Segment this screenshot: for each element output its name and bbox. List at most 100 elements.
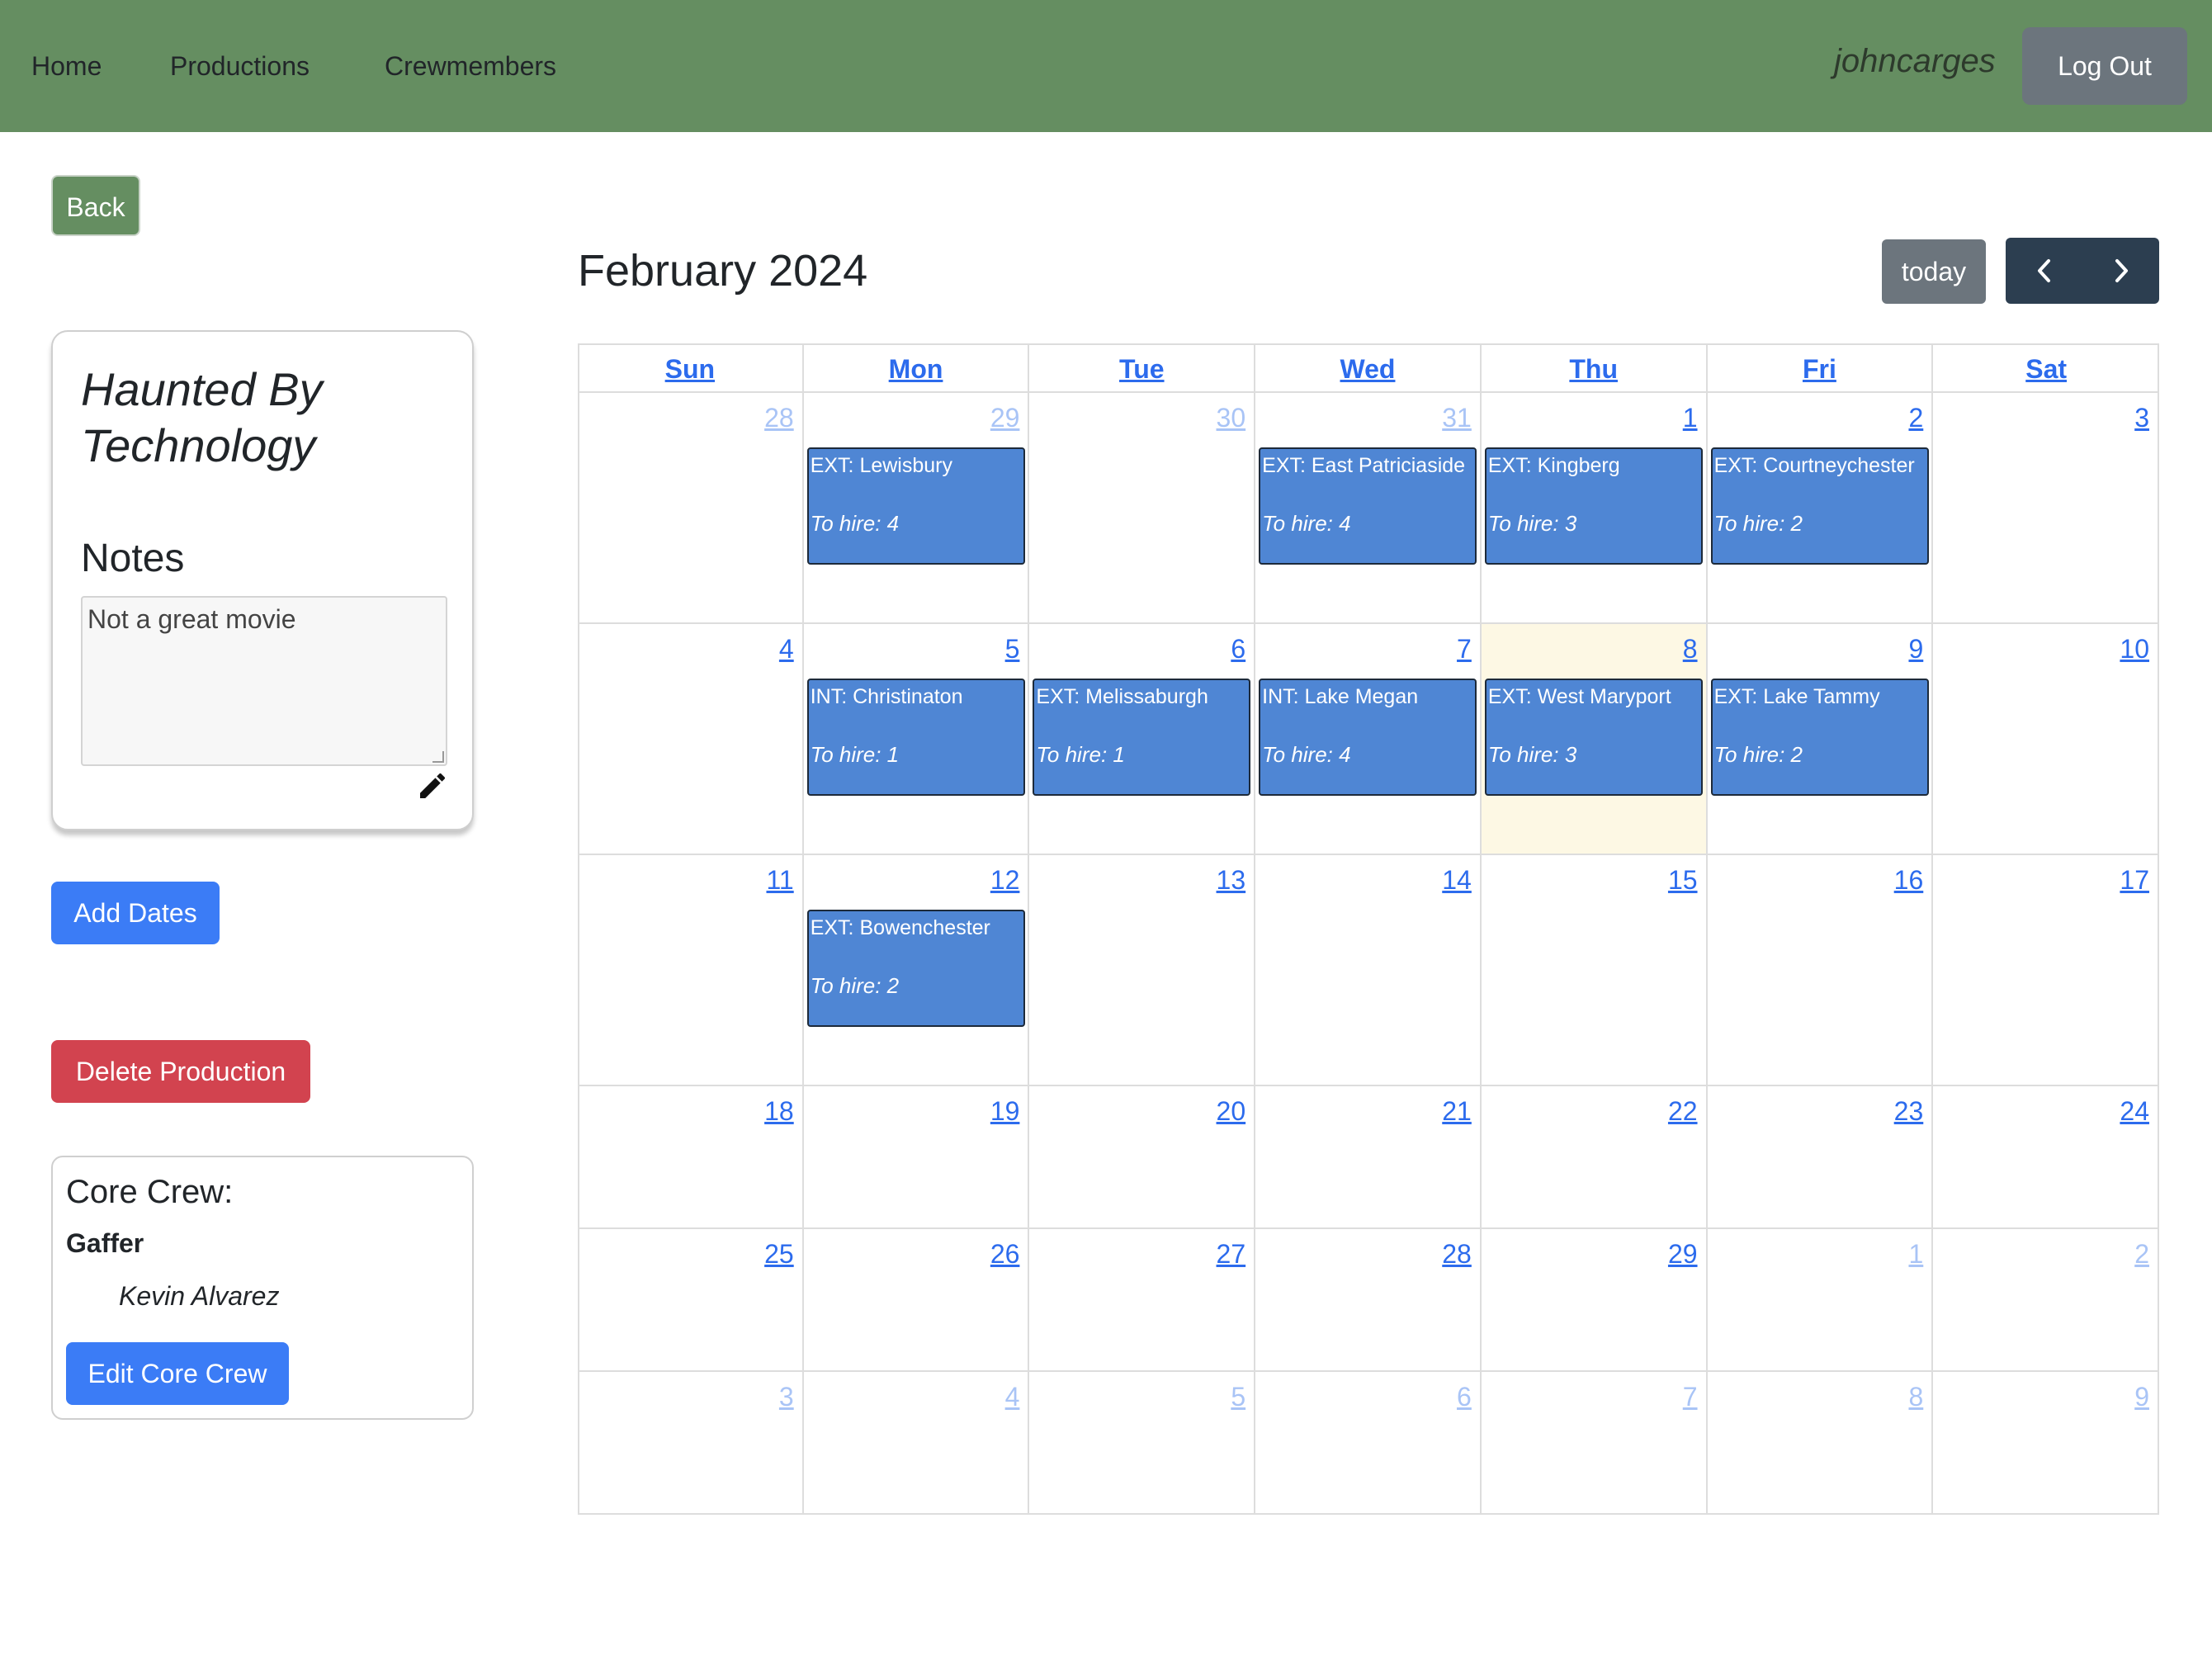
nav-crewmembers-link[interactable]: Crewmembers (385, 50, 556, 83)
day-number-link[interactable]: 28 (764, 401, 794, 434)
day-cell[interactable]: 13 (1029, 855, 1256, 1086)
day-cell[interactable]: 28 (578, 393, 804, 624)
back-button[interactable]: Back (51, 175, 140, 236)
day-cell[interactable]: 26 (803, 1229, 1030, 1372)
day-cell[interactable]: 28 (1255, 1229, 1482, 1372)
day-number-link[interactable]: 22 (1668, 1095, 1698, 1128)
day-number-link[interactable]: 12 (990, 863, 1020, 896)
day-cell[interactable]: 3 (1933, 393, 2159, 624)
resize-grip-icon[interactable] (432, 751, 444, 763)
day-cell[interactable]: 15 (1481, 855, 1708, 1086)
day-cell[interactable]: 25 (578, 1229, 804, 1372)
day-number-link[interactable]: 5 (1005, 632, 1020, 665)
next-month-button[interactable] (2082, 238, 2159, 304)
calendar-event[interactable]: EXT: Courtneychester To hire: 2 (1710, 447, 1929, 565)
day-number-link[interactable]: 8 (1908, 1380, 1923, 1413)
day-cell[interactable]: 4 (803, 1372, 1030, 1515)
day-cell[interactable]: 9 (1933, 1372, 2159, 1515)
day-number-link[interactable]: 23 (1894, 1095, 1924, 1128)
day-cell[interactable]: 27 (1029, 1229, 1256, 1372)
day-number-link[interactable]: 2 (2134, 1237, 2149, 1270)
day-cell[interactable]: 2 EXT: Courtneychester To hire: 2 (1707, 393, 1934, 624)
day-number-link[interactable]: 9 (2134, 1380, 2149, 1413)
calendar-event[interactable]: EXT: Lake Tammy To hire: 2 (1710, 679, 1929, 796)
day-number-link[interactable]: 25 (764, 1237, 794, 1270)
day-cell[interactable]: 8 (1707, 1372, 1934, 1515)
weekday-header-wed[interactable]: Wed (1255, 345, 1482, 393)
day-number-link[interactable]: 6 (1457, 1380, 1472, 1413)
day-number-link[interactable]: 17 (2120, 863, 2149, 896)
day-number-link[interactable]: 6 (1231, 632, 1245, 665)
weekday-header-sun[interactable]: Sun (578, 345, 804, 393)
day-number-link[interactable]: 19 (990, 1095, 1020, 1128)
day-cell[interactable]: 5 INT: Christinaton To hire: 1 (803, 624, 1030, 855)
day-number-link[interactable]: 26 (990, 1237, 1020, 1270)
day-number-link[interactable]: 10 (2120, 632, 2149, 665)
notes-textarea[interactable]: Not a great movie (81, 596, 447, 766)
calendar-event[interactable]: EXT: East Patriciaside To hire: 4 (1259, 447, 1477, 565)
day-cell[interactable]: 6 EXT: Melissaburgh To hire: 1 (1029, 624, 1256, 855)
day-cell[interactable]: 12 EXT: Bowenchester To hire: 2 (803, 855, 1030, 1086)
calendar-event[interactable]: EXT: West Maryport To hire: 3 (1484, 679, 1703, 796)
day-number-link[interactable]: 28 (1442, 1237, 1472, 1270)
day-cell[interactable]: 7 INT: Lake Megan To hire: 4 (1255, 624, 1482, 855)
day-number-link[interactable]: 2 (1908, 401, 1923, 434)
calendar-event[interactable]: EXT: Lewisbury To hire: 4 (806, 447, 1025, 565)
day-number-link[interactable]: 13 (1217, 863, 1246, 896)
day-number-link[interactable]: 8 (1683, 632, 1698, 665)
day-cell[interactable]: 30 (1029, 393, 1256, 624)
day-number-link[interactable]: 7 (1457, 632, 1472, 665)
day-number-link[interactable]: 1 (1683, 401, 1698, 434)
day-cell[interactable]: 20 (1029, 1086, 1256, 1229)
day-number-link[interactable]: 30 (1217, 401, 1246, 434)
day-number-link[interactable]: 9 (1908, 632, 1923, 665)
day-number-link[interactable]: 5 (1231, 1380, 1245, 1413)
calendar-event[interactable]: INT: Lake Megan To hire: 4 (1259, 679, 1477, 796)
edit-core-crew-button[interactable]: Edit Core Crew (66, 1342, 289, 1405)
prev-month-button[interactable] (2006, 238, 2082, 304)
nav-home-link[interactable]: Home (31, 50, 102, 83)
day-number-link[interactable]: 24 (2120, 1095, 2149, 1128)
day-number-link[interactable]: 4 (1005, 1380, 1020, 1413)
day-cell[interactable]: 22 (1481, 1086, 1708, 1229)
calendar-event[interactable]: EXT: Kingberg To hire: 3 (1484, 447, 1703, 565)
day-number-link[interactable]: 7 (1683, 1380, 1698, 1413)
day-cell[interactable]: 29 EXT: Lewisbury To hire: 4 (803, 393, 1030, 624)
day-cell-today[interactable]: 8 EXT: West Maryport To hire: 3 (1481, 624, 1708, 855)
day-number-link[interactable]: 31 (1442, 401, 1472, 434)
day-cell[interactable]: 23 (1707, 1086, 1934, 1229)
nav-productions-link[interactable]: Productions (170, 50, 310, 83)
day-cell[interactable]: 7 (1481, 1372, 1708, 1515)
day-number-link[interactable]: 29 (1668, 1237, 1698, 1270)
day-cell[interactable]: 2 (1933, 1229, 2159, 1372)
day-cell[interactable]: 24 (1933, 1086, 2159, 1229)
day-number-link[interactable]: 21 (1442, 1095, 1472, 1128)
day-number-link[interactable]: 1 (1908, 1237, 1923, 1270)
day-cell[interactable]: 5 (1029, 1372, 1256, 1515)
day-cell[interactable]: 18 (578, 1086, 804, 1229)
day-cell[interactable]: 4 (578, 624, 804, 855)
day-number-link[interactable]: 14 (1442, 863, 1472, 896)
logout-button[interactable]: Log Out (2022, 27, 2187, 105)
calendar-event[interactable]: EXT: Bowenchester To hire: 2 (806, 910, 1025, 1027)
day-number-link[interactable]: 15 (1668, 863, 1698, 896)
day-number-link[interactable]: 27 (1217, 1237, 1246, 1270)
day-cell[interactable]: 6 (1255, 1372, 1482, 1515)
day-number-link[interactable]: 18 (764, 1095, 794, 1128)
weekday-header-mon[interactable]: Mon (804, 345, 1030, 393)
add-dates-button[interactable]: Add Dates (51, 882, 220, 944)
day-cell[interactable]: 9 EXT: Lake Tammy To hire: 2 (1707, 624, 1934, 855)
day-cell[interactable]: 29 (1481, 1229, 1708, 1372)
day-cell[interactable]: 14 (1255, 855, 1482, 1086)
day-number-link[interactable]: 29 (990, 401, 1020, 434)
day-number-link[interactable]: 4 (779, 632, 794, 665)
delete-production-button[interactable]: Delete Production (51, 1040, 310, 1103)
day-cell[interactable]: 1 (1707, 1229, 1934, 1372)
calendar-event[interactable]: INT: Christinaton To hire: 1 (806, 679, 1025, 796)
day-cell[interactable]: 3 (578, 1372, 804, 1515)
weekday-header-tue[interactable]: Tue (1029, 345, 1256, 393)
day-cell[interactable]: 31 EXT: East Patriciaside To hire: 4 (1255, 393, 1482, 624)
pencil-icon[interactable] (416, 769, 449, 802)
day-number-link[interactable]: 11 (766, 863, 793, 896)
day-cell[interactable]: 16 (1707, 855, 1934, 1086)
